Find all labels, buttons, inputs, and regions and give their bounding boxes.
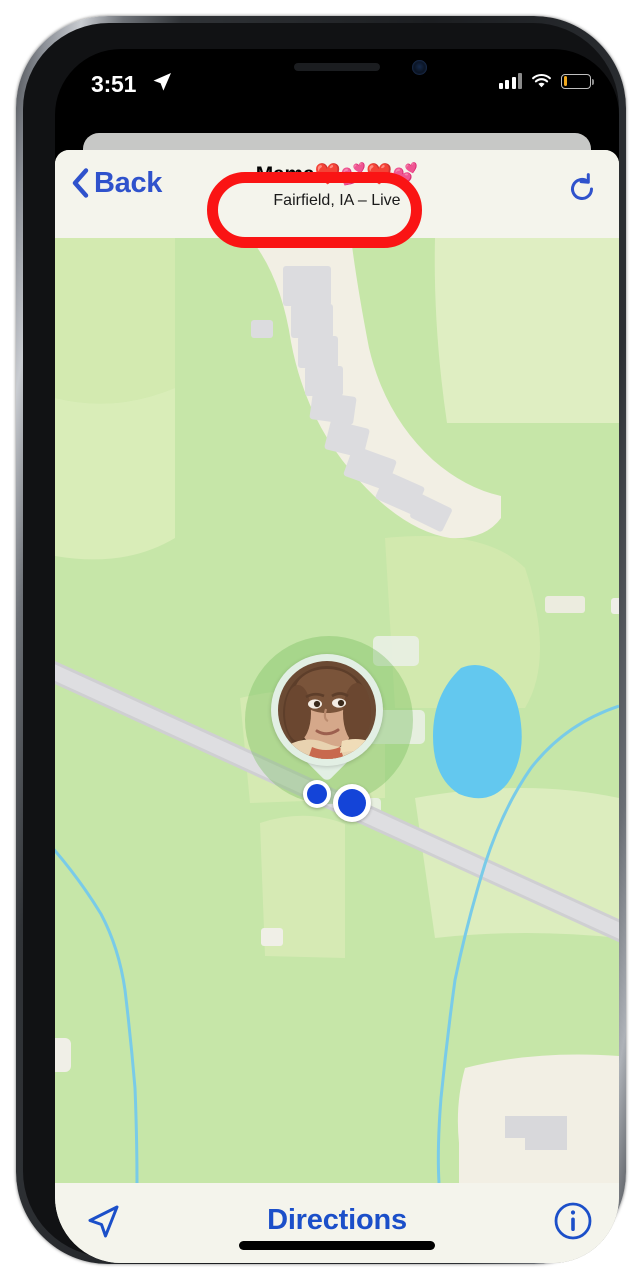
back-button[interactable]: Back xyxy=(71,168,162,198)
directions-button[interactable]: Directions xyxy=(267,1203,407,1238)
back-button-label: Back xyxy=(94,166,163,199)
home-indicator[interactable] xyxy=(239,1241,435,1250)
refresh-icon[interactable] xyxy=(565,172,599,206)
map-view[interactable] xyxy=(55,238,619,1183)
location-arrow-icon xyxy=(153,73,171,91)
phone-frame: 3:51 Back Mama❤️💕❤️💕 Fairfield, IA – Liv… xyxy=(16,16,626,1264)
chevron-left-icon xyxy=(72,168,89,198)
cellular-signal-icon xyxy=(498,73,522,89)
page-title: Mama❤️💕❤️💕 xyxy=(255,163,419,186)
nav-title-block[interactable]: Mama❤️💕❤️💕 Fairfield, IA – Live xyxy=(187,163,487,210)
screenshot-root: 3:51 Back Mama❤️💕❤️💕 Fairfield, IA – Liv… xyxy=(0,0,642,1280)
status-bar-indicators xyxy=(498,73,594,89)
find-my-app-card: Back Mama❤️💕❤️💕 Fairfield, IA – Live Dir… xyxy=(55,150,619,1263)
page-subtitle: Fairfield, IA – Live xyxy=(273,191,401,209)
info-circle-icon[interactable] xyxy=(553,1201,593,1241)
earpiece-speaker-icon xyxy=(294,63,380,71)
avatar-photo-illustration xyxy=(278,661,376,759)
navigation-arrow-icon[interactable] xyxy=(85,1203,121,1239)
avatar xyxy=(278,661,376,759)
battery-low-icon xyxy=(561,73,594,89)
location-dot-large[interactable] xyxy=(333,784,371,822)
status-bar-time: 3:51 xyxy=(91,71,137,97)
location-dot-small[interactable] xyxy=(303,780,331,808)
navigation-bar: Back Mama❤️💕❤️💕 Fairfield, IA – Live xyxy=(55,150,619,248)
notch xyxy=(221,49,453,85)
avatar-pin[interactable] xyxy=(271,654,383,783)
front-camera-icon xyxy=(412,60,427,75)
phone-screen: 3:51 Back Mama❤️💕❤️💕 Fairfield, IA – Liv… xyxy=(55,49,619,1263)
wifi-icon xyxy=(532,74,551,88)
bottom-action-bar: Directions xyxy=(55,1183,619,1263)
